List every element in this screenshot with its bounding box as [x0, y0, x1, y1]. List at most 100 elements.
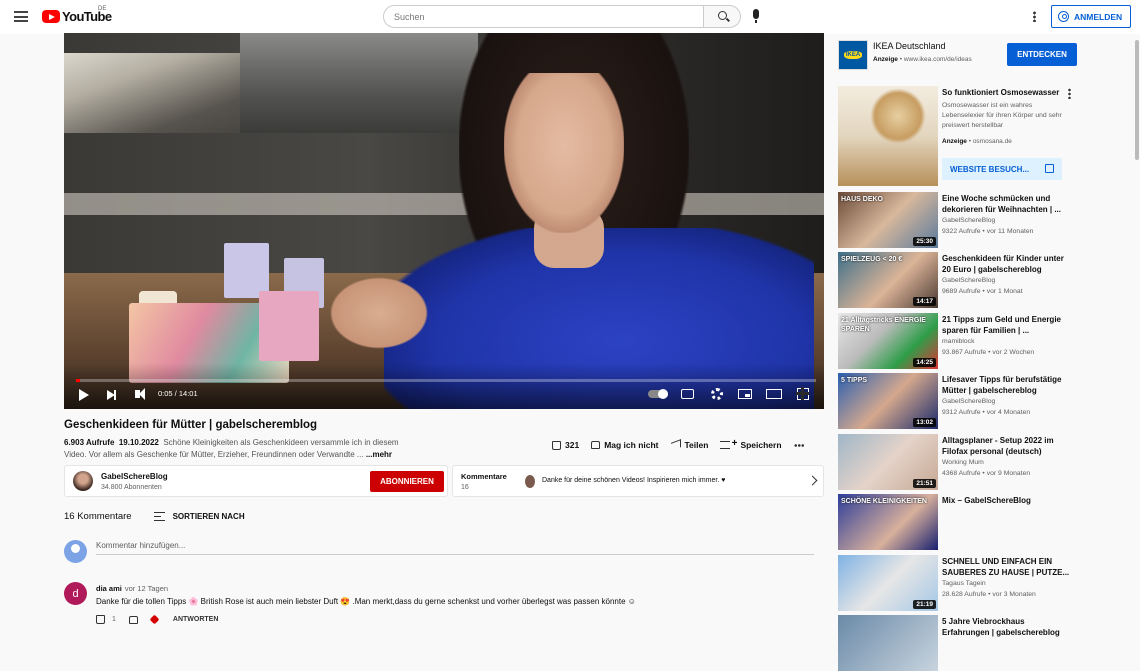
commenter-avatar[interactable]: d: [64, 582, 87, 605]
channel-avatar[interactable]: [73, 471, 93, 491]
recommendation-thumbnail[interactable]: SPIELZEUG < 20 € 14:17: [838, 252, 938, 308]
user-avatar: [64, 540, 87, 563]
gear-icon[interactable]: [711, 388, 723, 400]
share-label: Teilen: [684, 440, 709, 450]
add-comment-input[interactable]: Kommentar hinzufügen...: [96, 541, 814, 555]
fullscreen-icon[interactable]: [796, 387, 809, 400]
recommendation-channel[interactable]: GabelSchereBlog: [942, 217, 995, 224]
recommendation-thumbnail[interactable]: 21:19: [838, 555, 938, 611]
recommendation-title[interactable]: 21 Tipps zum Geld und Energie sparen für…: [942, 314, 1070, 336]
comment-count: 16 Kommentare: [64, 511, 132, 522]
recommendation-channel[interactable]: Working Mum: [942, 459, 984, 466]
recommendation-title[interactable]: Eine Woche schmücken und dekorieren für …: [942, 193, 1070, 215]
external-link-icon: [1045, 164, 1054, 173]
recommendation-title[interactable]: Geschenkideen für Kinder unter 20 Euro |…: [942, 253, 1070, 275]
video-description[interactable]: 6.903 Aufrufe 19.10.2022 Schöne Kleinigk…: [64, 437, 424, 461]
youtube-play-icon: [42, 10, 60, 23]
recommendation-thumbnail[interactable]: 21 Alltagstricks ENERGIE SPAREN 14:25: [838, 313, 938, 369]
recommendation-title[interactable]: Mix – GabelSchereBlog: [942, 495, 1070, 506]
recommendation-meta: 4368 Aufrufe • vor 9 Monaten: [942, 470, 1031, 477]
video-duration: 21:51: [913, 479, 936, 488]
comment-actions: 1 ANTWORTEN: [96, 614, 219, 625]
logo-country: DE: [98, 6, 107, 12]
save-button[interactable]: Speichern: [720, 438, 782, 450]
share-button[interactable]: Teilen: [670, 439, 709, 451]
comment-like-icon[interactable]: [96, 615, 105, 624]
menu-icon[interactable]: [14, 11, 28, 22]
recommendation-meta: 9312 Aufrufe • vor 4 Monaten: [942, 409, 1031, 416]
progress-fill: [76, 379, 81, 382]
play-icon[interactable]: [79, 389, 89, 401]
recommendation-title[interactable]: Alltagsplaner - Setup 2022 im Filofax pe…: [942, 435, 1070, 457]
recommendation-item[interactable]: SCHÖNE KLEINIGKEITEN Mix – GabelSchereBlo…: [838, 494, 1078, 550]
recommendation-thumbnail[interactable]: HAUS DEKO 25:30: [838, 192, 938, 248]
visit-website-button[interactable]: WEBSITE BESUCH...: [942, 158, 1062, 180]
sign-in-button[interactable]: ANMELDEN: [1051, 5, 1131, 28]
subtitles-icon[interactable]: [681, 389, 694, 399]
recommendation-channel[interactable]: mamiblock: [942, 338, 974, 345]
comment-dislike-icon[interactable]: [128, 615, 138, 624]
recommendation-thumbnail[interactable]: 21:51: [838, 434, 938, 490]
recommendation-item[interactable]: 21:51 Alltagsplaner - Setup 2022 im Filof…: [838, 434, 1078, 490]
like-button[interactable]: 321: [552, 440, 579, 450]
promo-domain: osmosana.de: [972, 138, 1012, 145]
next-icon[interactable]: [107, 390, 116, 400]
promo-menu-icon[interactable]: [1068, 88, 1071, 99]
comment-author[interactable]: dia ami vor 12 Tagen: [96, 584, 168, 593]
youtube-logo[interactable]: YouTube DE: [42, 6, 112, 24]
video-duration: 21:19: [913, 600, 936, 609]
recommendation-item[interactable]: 5 TIPPS 13:02 Lifesaver Tipps für berufstä…: [838, 373, 1078, 429]
recommendation-title[interactable]: Lifesaver Tipps für berufstätige Mütter …: [942, 374, 1070, 396]
time-display: 0:05 / 14:01: [158, 389, 198, 398]
comments-teaser[interactable]: Kommentare 16 Danke für deine schönen Vi…: [452, 465, 824, 497]
recommendation-thumbnail[interactable]: SCHÖNE KLEINIGKEITEN: [838, 494, 938, 550]
subscribe-button[interactable]: ABONNIEREN: [370, 471, 444, 492]
video-shelf: [64, 193, 824, 215]
dislike-button[interactable]: Mag ich nicht: [591, 440, 659, 450]
creator-heart-icon: [149, 614, 160, 625]
video-gift-box: [224, 243, 269, 298]
promo-card[interactable]: So funktioniert Osmosewasser Osmosewasse…: [836, 86, 1076, 186]
video-player[interactable]: 0:05 / 14:01: [64, 33, 824, 409]
search-button[interactable]: [703, 5, 741, 28]
microphone-icon[interactable]: [753, 9, 759, 23]
recommendation-item[interactable]: 21 Alltagstricks ENERGIE SPAREN 14:25 21 T…: [838, 313, 1078, 369]
recommendation-channel[interactable]: GabelSchereBlog: [942, 398, 995, 405]
save-label: Speichern: [740, 440, 782, 450]
recommendation-channel[interactable]: GabelSchereBlog: [942, 277, 995, 284]
scrollbar[interactable]: [1135, 40, 1139, 160]
reply-button[interactable]: ANTWORTEN: [173, 616, 219, 623]
recommendation-meta: 9322 Aufrufe • vor 11 Monaten: [942, 228, 1034, 235]
ad-label: Anzeige: [873, 56, 898, 63]
more-actions-icon[interactable]: [793, 443, 804, 447]
recommendation-item[interactable]: HAUS DEKO 25:30 Eine Woche schmücken und d…: [838, 192, 1078, 248]
sort-button[interactable]: SORTIEREN NACH: [153, 512, 245, 521]
recommendation-thumbnail[interactable]: [838, 615, 938, 671]
recommendation-title[interactable]: 5 Jahre Viebrockhaus Erfahrungen | gabel…: [942, 616, 1070, 638]
controls-gradient: [64, 363, 824, 409]
settings-menu-icon[interactable]: [1033, 11, 1036, 22]
discover-button[interactable]: ENTDECKEN: [1007, 43, 1077, 66]
channel-name[interactable]: GabelSchereBlog: [101, 472, 168, 481]
progress-bar[interactable]: [76, 379, 816, 382]
recommendation-thumbnail[interactable]: 5 TIPPS 13:02: [838, 373, 938, 429]
autoplay-toggle[interactable]: [648, 389, 668, 399]
recommendation-meta: 28.628 Aufrufe • vor 3 Monaten: [942, 591, 1036, 598]
volume-icon[interactable]: [135, 388, 145, 400]
recommendation-item[interactable]: 5 Jahre Viebrockhaus Erfahrungen | gabel…: [838, 615, 1078, 671]
search-input[interactable]: Suchen: [383, 5, 704, 28]
advertiser-name: IKEA Deutschland: [873, 41, 946, 51]
promo-ad-info: Anzeige • osmosana.de: [942, 138, 1012, 145]
recommendation-channel[interactable]: Tagaus Tagein: [942, 580, 986, 587]
recommendation-item[interactable]: 21:19 SCHNELL UND EINFACH EIN SAUBERES ZU…: [838, 555, 1078, 611]
ikea-logo-text: IKEA: [843, 51, 863, 59]
miniplayer-icon[interactable]: [738, 389, 752, 399]
theater-mode-icon[interactable]: [766, 389, 782, 399]
video-duration: 14:25: [913, 358, 936, 367]
show-more-link[interactable]: ...mehr: [366, 450, 392, 459]
ad-card[interactable]: IKEA IKEA Deutschland Anzeige • www.ikea…: [836, 34, 1080, 74]
promo-thumbnail[interactable]: [838, 86, 938, 186]
recommendation-title[interactable]: SCHNELL UND EINFACH EIN SAUBERES ZU HAUS…: [942, 556, 1070, 578]
video-duration: 14:17: [913, 297, 936, 306]
recommendation-item[interactable]: SPIELZEUG < 20 € 14:17 Geschenkideen für K…: [838, 252, 1078, 308]
